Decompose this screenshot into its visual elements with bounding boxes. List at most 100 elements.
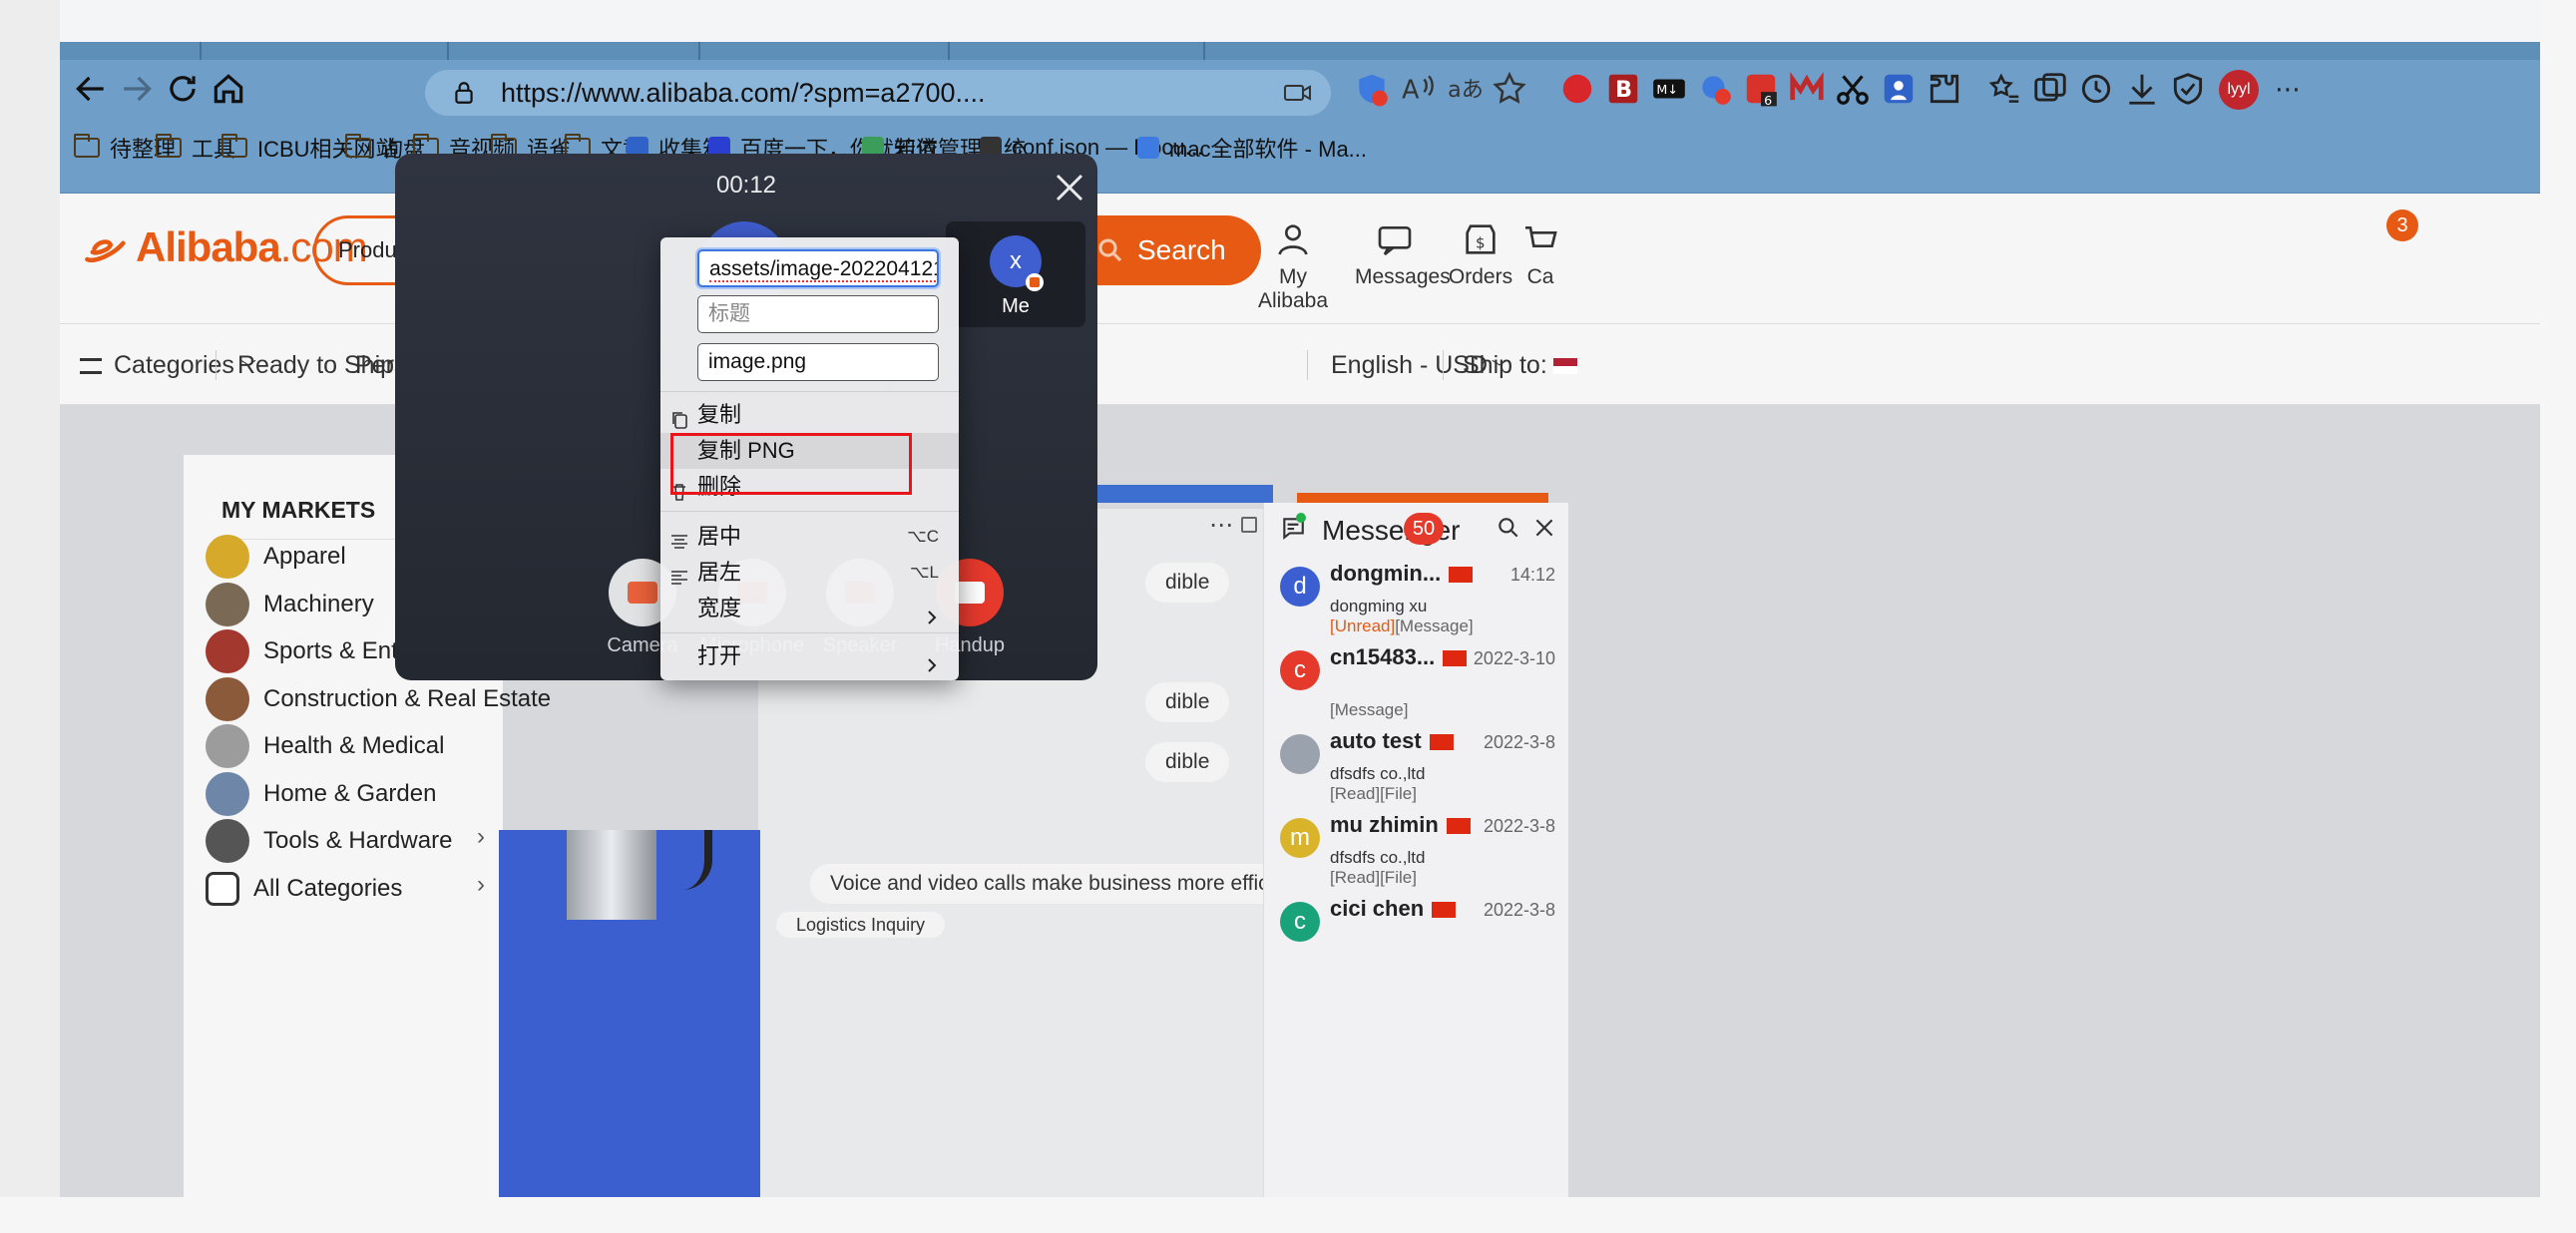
more-icon[interactable]: ⋯: [1209, 511, 1233, 540]
image-title-input[interactable]: 标题: [697, 295, 939, 333]
back-icon[interactable]: [72, 70, 110, 108]
conversation-name-text: cici chen: [1330, 896, 1425, 921]
market-label: Construction & Real Estate: [263, 684, 552, 712]
more-menu-icon[interactable]: ⋯: [2269, 70, 2307, 108]
extension-shield-icon[interactable]: [1353, 70, 1391, 108]
market-item[interactable]: All Categories: [206, 859, 402, 919]
market-label: All Categories: [253, 874, 403, 902]
svg-text:M↓: M↓: [1656, 82, 1678, 97]
download-icon[interactable]: [2123, 70, 2161, 108]
tab-separator: [447, 42, 449, 60]
header-message-link[interactable]: Messages: [1355, 219, 1451, 295]
folder-icon: [74, 134, 100, 158]
market-thumbnail: [206, 724, 249, 768]
menu-item-label: 居中: [697, 524, 742, 549]
china-flag-icon: [1432, 902, 1457, 919]
svg-text:6: 6: [1764, 93, 1772, 108]
favorite-star-icon[interactable]: [1491, 70, 1528, 108]
screenshot-margin-bottom: [0, 1197, 2576, 1233]
market-thumbnail: [206, 629, 249, 673]
grid-icon: [206, 871, 239, 906]
menu-item-open[interactable]: 打开: [660, 638, 959, 674]
search-button[interactable]: Search: [1077, 215, 1261, 285]
app-icon: [1137, 137, 1159, 159]
conversation-item[interactable]: c cici chen 2022-3-8: [1264, 892, 1569, 976]
scissors-icon[interactable]: [1834, 70, 1872, 108]
camera-off-icon: [628, 582, 657, 604]
favorites-icon[interactable]: [1985, 70, 2023, 108]
conversation-company: dfsdfs co.,ltd: [1330, 848, 1426, 867]
lock-icon: [451, 80, 477, 106]
home-icon[interactable]: [210, 70, 247, 108]
address-bar[interactable]: https://www.alibaba.com/?spm=a2700....: [425, 70, 1331, 116]
header-user-link[interactable]: My Alibaba: [1253, 219, 1333, 312]
menu-item-width[interactable]: 宽度: [660, 591, 959, 626]
product-image[interactable]: [499, 830, 760, 1197]
menu-item-align-left[interactable]: 居左 ⌥L: [660, 555, 959, 591]
messages-badge: 3: [2386, 209, 2418, 241]
translate-icon[interactable]: aあ: [1445, 70, 1483, 108]
tab-separator: [948, 42, 950, 60]
conversation-item[interactable]: d dongmin... 14:12 dongming xu [Unread][Mess…: [1264, 557, 1569, 640]
menu-item-label: 宽度: [697, 596, 742, 620]
image-source-input[interactable]: assets/image-202204121415: [697, 249, 939, 287]
tab-separator: [200, 42, 202, 60]
chat-message: dible: [1145, 742, 1230, 782]
profile-avatar[interactable]: lyyl: [2219, 70, 2259, 110]
extension-m-icon[interactable]: [1788, 70, 1826, 108]
conversation-status: [Message]: [1330, 700, 1408, 720]
list-icon: [80, 358, 102, 375]
conversation-item[interactable]: auto test 2022-3-8 dfsdfs co.,ltd [Read][Fi…: [1264, 724, 1569, 808]
folder-icon: [156, 134, 182, 158]
close-call-icon[interactable]: [1052, 170, 1087, 206]
read-aloud-icon[interactable]: A: [1399, 70, 1437, 108]
self-video-tile: x Me: [946, 221, 1085, 327]
avatar: [1280, 734, 1320, 774]
menu-item-align-center[interactable]: 居中 ⌥C: [660, 519, 959, 555]
close-icon[interactable]: [1531, 515, 1557, 541]
search-icon[interactable]: [1496, 515, 1521, 541]
video-camera-icon[interactable]: [1283, 80, 1313, 106]
extension-person-icon[interactable]: [1880, 70, 1918, 108]
image-alt-input[interactable]: image.png: [697, 343, 939, 381]
hang-up-icon: [955, 582, 985, 604]
history-icon[interactable]: [2077, 70, 2115, 108]
nav-divider: [1307, 350, 1308, 380]
categories-menu[interactable]: Categories ﹀: [80, 324, 256, 406]
conversation-item[interactable]: m mu zhimin 2022-3-8 dfsdfs co.,ltd [Read][F…: [1264, 808, 1569, 892]
user-icon: [1273, 219, 1313, 259]
china-flag-icon: [1443, 650, 1468, 667]
extension-todoist-icon[interactable]: 6: [1742, 70, 1780, 108]
conversation-time: 2022-3-10: [1473, 648, 1555, 668]
header-orders-link[interactable]: $ Orders: [1441, 219, 1520, 295]
market-thumbnail: [206, 535, 249, 579]
chevron-right-icon: [927, 601, 937, 624]
camera-off-badge-icon: [1026, 273, 1044, 291]
tab-separator: [1203, 42, 1205, 60]
reload-icon[interactable]: [164, 70, 202, 108]
extension-alert-icon[interactable]: [1696, 70, 1734, 108]
header-item-label: Orders: [1448, 265, 1513, 288]
ship-to-select[interactable]: Ship to:: [1463, 324, 1577, 406]
extension-red-icon[interactable]: [1558, 70, 1596, 108]
image-source-value: assets/image-202204121415: [709, 257, 937, 282]
header-cart-link[interactable]: Ca: [1520, 219, 1560, 295]
forward-icon[interactable]: [118, 70, 156, 108]
bookmark-item[interactable]: mac全部软件 - Ma...: [1137, 120, 1367, 176]
market-label: Tools & Hardware: [263, 827, 453, 854]
collections-icon[interactable]: [2031, 70, 2069, 108]
conversation-time: 2022-3-8: [1483, 732, 1555, 752]
my-markets-title: MY MARKETS: [221, 497, 376, 523]
performance-icon[interactable]: [2169, 70, 2207, 108]
menu-item-copy[interactable]: 复制: [660, 397, 959, 433]
promo-banner[interactable]: [1077, 485, 1273, 503]
tab-strip[interactable]: [60, 42, 2540, 60]
extensions-puzzle-icon[interactable]: [1926, 70, 1963, 108]
extension-b-icon[interactable]: B: [1604, 70, 1642, 108]
conversation-name-text: mu zhimin: [1330, 812, 1439, 837]
conversation-time: 2022-3-8: [1483, 900, 1555, 920]
conversation-item[interactable]: c cn15483... 2022-3-10 [Message]: [1264, 640, 1569, 724]
expand-icon[interactable]: [1241, 517, 1257, 533]
chat-message: dible: [1145, 682, 1230, 722]
extension-markdown-icon[interactable]: M↓: [1650, 70, 1688, 108]
